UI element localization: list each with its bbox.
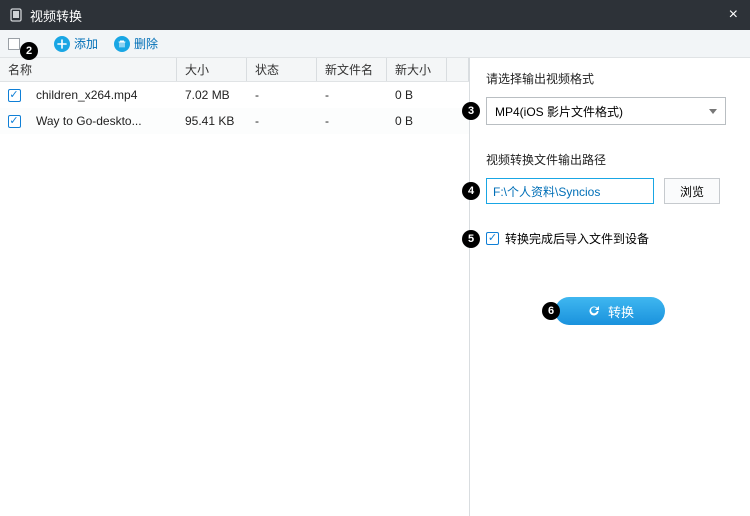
cell-name: children_x264.mp4: [28, 88, 177, 102]
cell-new-size: 0 B: [387, 114, 447, 128]
format-selected-value: MP4(iOS 影片文件格式): [495, 103, 623, 120]
th-state[interactable]: 状态: [247, 58, 317, 81]
add-label: 添加: [74, 35, 98, 52]
window-title: 视频转换: [30, 6, 725, 25]
cell-new-name: -: [317, 88, 387, 102]
app-icon: [8, 7, 24, 23]
cell-size: 95.41 KB: [177, 114, 247, 128]
th-extra: [447, 58, 469, 81]
row-checkbox[interactable]: [8, 115, 21, 128]
cell-new-size: 0 B: [387, 88, 447, 102]
options-panel: 请选择输出视频格式 3 MP4(iOS 影片文件格式) 视频转换文件输出路径 4…: [470, 58, 750, 516]
import-after-convert-checkbox[interactable]: [486, 232, 499, 245]
chevron-down-icon: [709, 109, 717, 114]
format-label: 请选择输出视频格式: [486, 70, 734, 87]
video-convert-window: 视频转换 × 2 添加 删除 名称 大小 状态 新文件名 新大小: [0, 0, 750, 516]
badge-5: 5: [462, 230, 480, 248]
convert-button[interactable]: 转换: [555, 297, 665, 325]
badge-4: 4: [462, 182, 480, 200]
file-list-panel: 名称 大小 状态 新文件名 新大小 children_x264.mp4 7.02…: [0, 58, 470, 516]
convert-label: 转换: [608, 302, 634, 321]
cell-state: -: [247, 88, 317, 102]
badge-6: 6: [542, 302, 560, 320]
convert-icon: [586, 303, 602, 319]
browse-button[interactable]: 浏览: [664, 178, 720, 204]
toolbar: 2 添加 删除: [0, 30, 750, 58]
cell-size: 7.02 MB: [177, 88, 247, 102]
cell-state: -: [247, 114, 317, 128]
th-new-name[interactable]: 新文件名: [317, 58, 387, 81]
add-icon: [54, 36, 70, 52]
row-checkbox[interactable]: [8, 89, 21, 102]
titlebar: 视频转换 ×: [0, 0, 750, 30]
delete-button[interactable]: 删除: [114, 35, 158, 52]
th-name[interactable]: 名称: [0, 58, 177, 81]
cell-new-name: -: [317, 114, 387, 128]
add-button[interactable]: 添加: [54, 35, 98, 52]
output-path-input[interactable]: [486, 178, 654, 204]
delete-icon: [114, 36, 130, 52]
table-header: 名称 大小 状态 新文件名 新大小: [0, 58, 469, 82]
path-label: 视频转换文件输出路径: [486, 151, 734, 168]
table-body: children_x264.mp4 7.02 MB - - 0 B Way to…: [0, 82, 469, 516]
table-row[interactable]: Way to Go-deskto... 95.41 KB - - 0 B: [0, 108, 469, 134]
cell-name: Way to Go-deskto...: [28, 114, 177, 128]
close-icon[interactable]: ×: [725, 6, 742, 24]
badge-2: 2: [20, 42, 38, 60]
badge-3: 3: [462, 102, 480, 120]
delete-label: 删除: [134, 35, 158, 52]
import-after-convert-label: 转换完成后导入文件到设备: [505, 230, 649, 247]
main-area: 名称 大小 状态 新文件名 新大小 children_x264.mp4 7.02…: [0, 58, 750, 516]
format-select[interactable]: MP4(iOS 影片文件格式): [486, 97, 726, 125]
table-row[interactable]: children_x264.mp4 7.02 MB - - 0 B: [0, 82, 469, 108]
th-size[interactable]: 大小: [177, 58, 247, 81]
th-new-size[interactable]: 新大小: [387, 58, 447, 81]
select-all-checkbox[interactable]: [8, 38, 20, 50]
